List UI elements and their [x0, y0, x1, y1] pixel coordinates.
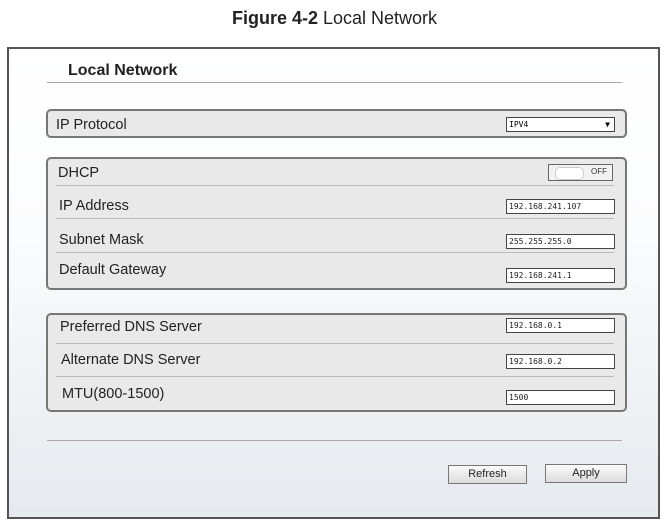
divider: [56, 185, 614, 186]
mtu-label: MTU(800-1500): [62, 386, 165, 402]
subnet-mask-label: Subnet Mask: [59, 232, 144, 248]
figure-caption: Figure 4-2 Local Network: [231, 8, 438, 28]
preferred-dns-label: Preferred DNS Server: [60, 319, 202, 335]
default-gateway-input[interactable]: 192.168.241.1: [506, 268, 615, 283]
mtu-input[interactable]: 1500: [506, 390, 615, 405]
ip-protocol-label: IP Protocol: [56, 117, 127, 133]
preferred-dns-input[interactable]: 192.168.0.1: [506, 318, 615, 333]
ip-address-label: IP Address: [59, 198, 129, 214]
default-gateway-label: Default Gateway: [59, 262, 167, 278]
ip-protocol-select[interactable]: IPV4 ▼: [506, 117, 615, 132]
divider: [47, 82, 622, 83]
divider: [56, 252, 614, 253]
ip-address-input[interactable]: 192.168.241.107: [506, 199, 615, 214]
toggle-knob: [555, 167, 584, 180]
apply-button[interactable]: Apply: [545, 464, 627, 483]
divider: [56, 376, 614, 377]
divider: [56, 218, 614, 219]
refresh-button[interactable]: Refresh: [448, 465, 527, 484]
subnet-mask-input[interactable]: 255.255.255.0: [506, 234, 615, 249]
divider: [56, 343, 614, 344]
divider: [47, 440, 622, 441]
page-title: Local Network: [68, 62, 178, 79]
alternate-dns-label: Alternate DNS Server: [61, 352, 201, 368]
dhcp-label: DHCP: [58, 165, 100, 181]
dropdown-arrow-icon: ▼: [605, 120, 610, 129]
alternate-dns-input[interactable]: 192.168.0.2: [506, 354, 615, 369]
dhcp-toggle[interactable]: OFF: [548, 164, 613, 181]
